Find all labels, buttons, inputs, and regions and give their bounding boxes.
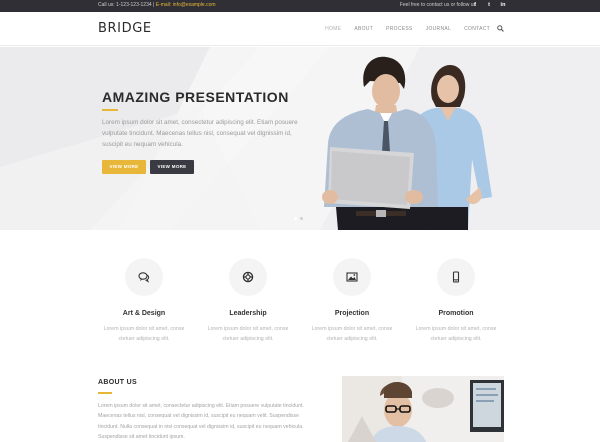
social-links: f t in (472, 2, 506, 8)
nav-home[interactable]: HOME (325, 26, 341, 32)
chat-bubbles-icon (138, 272, 150, 283)
feature-icon-circle (125, 258, 163, 296)
feature-promotion: Promotion Lorem ipsum dolor sit amet, co… (404, 258, 508, 344)
nav-contact[interactable]: CONTACT (464, 26, 490, 32)
search-icon[interactable] (497, 25, 504, 32)
feature-text: Lorem ipsum dolor sit amet, conse ctetue… (207, 326, 289, 342)
office-man-photo (342, 376, 504, 442)
site-logo[interactable]: BRIDGE (98, 21, 152, 36)
hero-slider: AMAZING PRESENTATION Lorem ipsum dolor s… (0, 47, 600, 230)
about-team-image (342, 376, 504, 442)
phone-text: Call us: 1-123-123-1234 (98, 2, 152, 8)
about-title: ABOUT US (98, 379, 137, 386)
facebook-icon[interactable]: f (472, 2, 478, 8)
hero-business-people-image (322, 56, 492, 230)
twitter-icon[interactable]: t (486, 2, 492, 8)
slider-dot-1[interactable] (294, 217, 297, 220)
nav-journal[interactable]: JOURNAL (426, 26, 451, 32)
feature-text: Lorem ipsum dolor sit amet, conse ctetue… (311, 326, 393, 342)
feature-title: Art & Design (122, 310, 166, 317)
image-icon (346, 272, 358, 282)
hero-title-underline (102, 109, 118, 111)
feature-text: Lorem ipsum dolor sit amet, conse ctetue… (415, 326, 497, 342)
linkedin-icon[interactable]: in (500, 2, 506, 8)
feature-title: Promotion (438, 310, 474, 317)
email-link[interactable]: E-mail: info@example.com (156, 2, 216, 8)
top-contact-info: Call us: 1-123-123-1234 | E-mail: info@e… (98, 2, 216, 8)
hero-description: Lorem ipsum dolor sit amet, consectetur … (102, 119, 298, 148)
about-text: Lorem ipsum dolor sit amet, consectetur … (98, 403, 304, 440)
about-title-underline (98, 392, 112, 394)
slider-dots (294, 217, 303, 220)
nav-about[interactable]: ABOUT (354, 26, 373, 32)
lifebuoy-icon (242, 271, 254, 283)
view-more-button-primary[interactable]: VIEW MORE (102, 160, 146, 174)
view-more-button-secondary[interactable]: VIEW MORE (150, 160, 194, 174)
hero-title: AMAZING PRESENTATION (102, 89, 289, 105)
features-section: Art & Design Lorem ipsum dolor sit amet,… (92, 258, 508, 353)
feature-art-design: Art & Design Lorem ipsum dolor sit amet,… (92, 258, 196, 344)
feature-icon-circle (229, 258, 267, 296)
feature-icon-circle (333, 258, 371, 296)
feature-title: Projection (334, 310, 370, 317)
feature-title: Leadership (229, 310, 267, 317)
site-header: BRIDGE HOME ABOUT PROCESS JOURNAL CONTAC… (0, 12, 600, 46)
feature-projection: Projection Lorem ipsum dolor sit amet, c… (300, 258, 404, 344)
top-bar: Call us: 1-123-123-1234 | E-mail: info@e… (0, 0, 600, 12)
main-nav: HOME ABOUT PROCESS JOURNAL CONTACT (312, 26, 490, 32)
mobile-phone-icon (452, 271, 460, 283)
follow-text: Feel free to contact us or follow us (399, 2, 476, 8)
slider-dot-2[interactable] (300, 217, 303, 220)
feature-text: Lorem ipsum dolor sit amet, conse ctetue… (103, 326, 185, 342)
nav-process[interactable]: PROCESS (386, 26, 413, 32)
laptop-figure (322, 147, 423, 209)
feature-icon-circle (437, 258, 475, 296)
feature-leadership: Leadership Lorem ipsum dolor sit amet, c… (196, 258, 300, 344)
